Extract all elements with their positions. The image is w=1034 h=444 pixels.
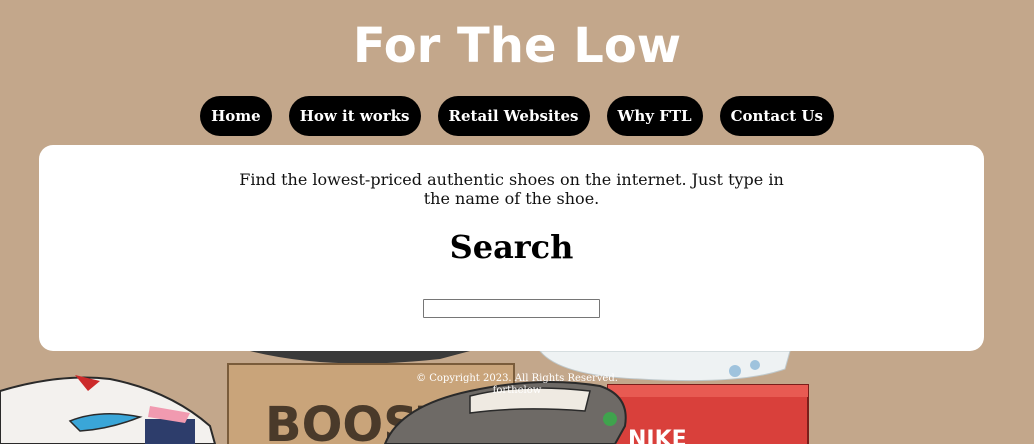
search-input[interactable] <box>423 299 600 318</box>
search-heading: Search <box>449 228 574 266</box>
black-sole-shape <box>250 351 470 364</box>
nav-why-ftl-button[interactable]: Why FTL <box>606 96 703 136</box>
site-title: For The Low <box>352 18 682 74</box>
footer: © Copyright 2023. All Rights Reserved. f… <box>0 373 1034 397</box>
tagline: Find the lowest-priced authentic shoes o… <box>239 170 784 208</box>
sneaker-illustration: BOOST NIKE <box>0 351 809 444</box>
left-sneaker-heel <box>145 419 195 444</box>
search-panel: Find the lowest-priced authentic shoes o… <box>39 145 984 351</box>
main-nav: Home How it works Retail Websites Why FT… <box>0 96 1034 136</box>
nav-contact-us-button[interactable]: Contact Us <box>719 96 834 136</box>
footer-copyright: © Copyright 2023. All Rights Reserved. <box>416 373 618 384</box>
footer-site-name: forthelow <box>492 385 542 396</box>
nav-how-it-works-button[interactable]: How it works <box>288 96 421 136</box>
red-box-text: NIKE <box>628 427 687 444</box>
sneaker-artwork: BOOST NIKE <box>0 351 1034 444</box>
nav-retail-websites-button[interactable]: Retail Websites <box>437 96 590 136</box>
nav-home-button[interactable]: Home <box>200 96 272 136</box>
center-sneaker-accent <box>603 412 617 426</box>
white-sole-dot <box>750 360 760 370</box>
